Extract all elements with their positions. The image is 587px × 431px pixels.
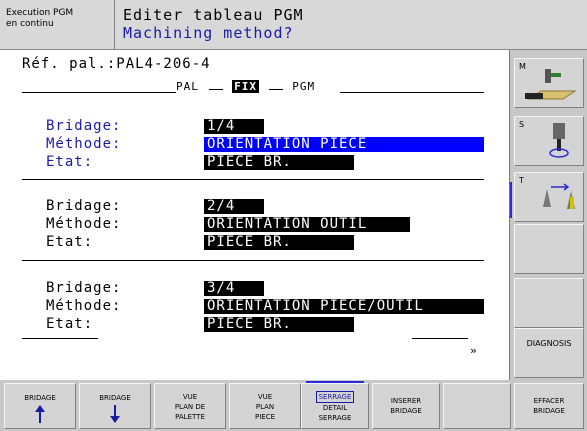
s-function-button[interactable]: S [514, 116, 584, 166]
bottom-rule-right [412, 338, 468, 339]
value-bridage[interactable]: 2/4 [204, 199, 264, 214]
active-marker [510, 182, 512, 218]
softkey-label: PLAN [255, 403, 275, 411]
mode-line-1: Execution PGM [6, 8, 74, 18]
softkey-label: BRIDAGE [390, 407, 422, 415]
block-separator [22, 260, 484, 261]
softkey-label: BRIDAGE [533, 407, 565, 415]
mode-pal[interactable]: PAL [176, 80, 199, 93]
value-methode[interactable]: ORIENTATION OUTIL [204, 217, 410, 232]
label-methode: Méthode: [46, 216, 122, 232]
spindle-icon [549, 123, 569, 158]
label-etat: Etat: [46, 234, 94, 250]
softkey-label: BRIDAGE [99, 394, 131, 402]
value-etat[interactable]: PIECE BR. [204, 235, 354, 250]
effacer-bridage-button[interactable]: EFFACER BRIDAGE [514, 383, 584, 429]
mode-line-2: en continu [6, 19, 54, 29]
mode-rule-right [340, 92, 484, 93]
mode-pgm[interactable]: PGM [292, 80, 315, 93]
side-softkey-empty-2[interactable] [514, 278, 584, 328]
value-etat[interactable]: PIECE BR. [204, 317, 354, 332]
label-etat: Etat: [46, 154, 94, 170]
label-etat: Etat: [46, 316, 94, 332]
bridage-down-button[interactable]: BRIDAGE [79, 383, 151, 429]
more-indicator: » [470, 344, 477, 357]
softkey-label: VUE [257, 393, 273, 401]
value-etat[interactable]: PIECE BR. [204, 155, 354, 170]
editor-header: Editer tableau PGM Machining method? [115, 0, 587, 50]
softkey-label: DETAIL [322, 404, 348, 412]
mode-fix[interactable]: FIX [232, 80, 259, 93]
bottom-rule-left [22, 338, 98, 339]
plan-palette-button[interactable]: VUE PLAN DE PALETTE [154, 383, 226, 429]
softkey-label: INSERER [390, 397, 422, 405]
label-bridage: Bridage: [46, 198, 122, 214]
pallet-table-view: Réf. pal.:PAL4-206-4 PAL FIX PGM Bridage… [0, 50, 510, 380]
value-methode[interactable]: ORIENTATION PIECE/OUTIL [204, 299, 484, 314]
diagnosis-label: DIAGNOSIS [526, 339, 572, 348]
value-bridage[interactable]: 3/4 [204, 281, 264, 296]
arrow-up-icon [35, 405, 45, 423]
softkey-label: PIECE [254, 413, 276, 421]
horizontal-softkey-bar: BRIDAGE BRIDAGE VUE PLAN DE PALETTE VUE … [0, 380, 587, 431]
label-methode: Méthode: [46, 298, 122, 314]
label-methode: Méthode: [46, 136, 122, 152]
softkey-label: PLAN DE [174, 403, 206, 411]
operating-mode-panel: Execution PGM en continu [0, 0, 115, 50]
m-function-button[interactable]: M [514, 58, 584, 108]
diagnosis-button[interactable]: DIAGNOSIS [514, 328, 584, 378]
label-bridage: Bridage: [46, 280, 122, 296]
empty-softkey[interactable] [443, 383, 511, 429]
softkey-label: EFFACER [533, 397, 565, 405]
inserer-bridage-button[interactable]: INSERER BRIDAGE [372, 383, 440, 429]
softkey-label-active: SERRAGE [315, 391, 355, 403]
detail-serrage-button[interactable]: SERRAGE DETAIL SERRAGE [301, 381, 369, 429]
side-softkey-empty-1[interactable] [514, 224, 584, 274]
softkey-label: PALETTE [175, 413, 205, 421]
vertical-softkey-bar: M S T DIAGNOSIS [510, 50, 587, 380]
bridage-up-button[interactable]: BRIDAGE [4, 383, 76, 429]
mode-rule-left [22, 92, 176, 93]
dialog-prompt: Machining method? [123, 24, 294, 42]
tool-change-icon [543, 183, 575, 209]
plan-piece-button[interactable]: VUE PLAN PIECE [229, 383, 301, 429]
block-separator [22, 179, 484, 180]
value-methode[interactable]: ORIENTATION PIECE [204, 137, 484, 152]
softkey-label: VUE [182, 393, 198, 401]
softkey-label: BRIDAGE [24, 394, 56, 402]
value-bridage[interactable]: 1/4 [204, 119, 264, 134]
m-function-icon [525, 69, 577, 100]
label-bridage: Bridage: [46, 118, 122, 134]
arrow-down-icon [110, 405, 120, 423]
t-function-button[interactable]: T [514, 172, 584, 222]
pallet-reference: Réf. pal.:PAL4-206-4 [22, 56, 211, 72]
editor-title: Editer tableau PGM [123, 6, 304, 24]
softkey-label: SERRAGE [318, 414, 352, 422]
level-mode-tabs: PAL FIX PGM [176, 80, 315, 93]
